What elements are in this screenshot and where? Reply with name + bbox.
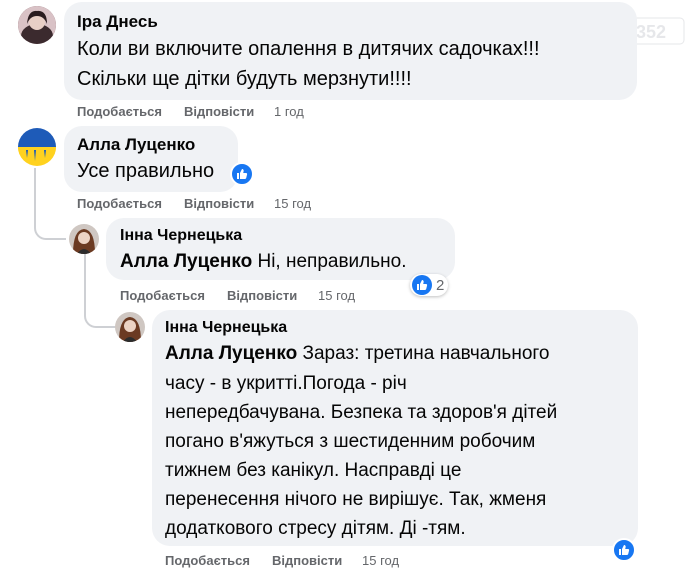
like-reaction-icon[interactable]: [612, 538, 636, 562]
avatar[interactable]: [18, 6, 56, 44]
reply-button[interactable]: Відповісти: [272, 553, 342, 568]
comment-text-body: Ні, неправильно.: [252, 251, 407, 272]
comment-text: непередбачувана. Безпека та здоров'я діт…: [165, 402, 558, 423]
reply-button[interactable]: Відповісти: [184, 196, 254, 211]
mention-link[interactable]: Алла Луценко: [120, 251, 252, 272]
comment-text: Усе правильно: [77, 160, 215, 182]
avatar[interactable]: [115, 312, 145, 342]
comment-text: додаткового стресу дітям. Ді -тям.: [165, 518, 466, 539]
like-button[interactable]: Подобається: [77, 104, 162, 119]
like-reaction-icon: [412, 275, 432, 295]
comment-author[interactable]: Інна Чернецька: [165, 319, 287, 337]
thread-line: [34, 168, 66, 240]
reaction-count: 2: [436, 276, 445, 294]
comment-author[interactable]: Інна Чернецька: [120, 227, 242, 245]
avatar[interactable]: [69, 224, 99, 254]
comment-text: Скільки ще дітки будуть мерзнути!!!!: [77, 68, 412, 90]
reply-button[interactable]: Відповісти: [184, 104, 254, 119]
timestamp[interactable]: 1 год: [274, 104, 304, 119]
comment-text: часу - в укритті.Погода - річ: [165, 373, 407, 394]
comment-text: тижнем без канікул. Насправді це: [165, 460, 462, 481]
comment-text: Алла Луценко Ні, неправильно.: [120, 247, 407, 277]
comment-text: погано в'яжуться з шестиденним робочим: [165, 431, 536, 452]
comment-text: перенесення нічого не вирішує. Так, жмен…: [165, 489, 547, 510]
comment-text: Алла Луценко Зараз: третина навчального: [165, 339, 549, 368]
mention-link[interactable]: Алла Луценко: [165, 343, 297, 364]
like-button[interactable]: Подобається: [77, 196, 162, 211]
like-reaction-icon[interactable]: [230, 162, 254, 186]
timestamp[interactable]: 15 год: [274, 196, 311, 211]
like-button[interactable]: Подобається: [120, 288, 205, 303]
comment-author[interactable]: Іра Днесь: [77, 12, 158, 32]
timestamp[interactable]: 15 год: [362, 553, 399, 568]
comment-text: Коли ви включите опалення в дитячих садо…: [77, 38, 540, 60]
comment-text-body: Зараз: третина навчального: [297, 343, 550, 364]
timestamp[interactable]: 15 год: [318, 288, 355, 303]
reactions-summary[interactable]: 2: [410, 274, 449, 296]
reply-button[interactable]: Відповісти: [227, 288, 297, 303]
avatar[interactable]: [18, 128, 56, 166]
like-button[interactable]: Подобається: [165, 553, 250, 568]
comment-author[interactable]: Алла Луценко: [77, 135, 195, 155]
